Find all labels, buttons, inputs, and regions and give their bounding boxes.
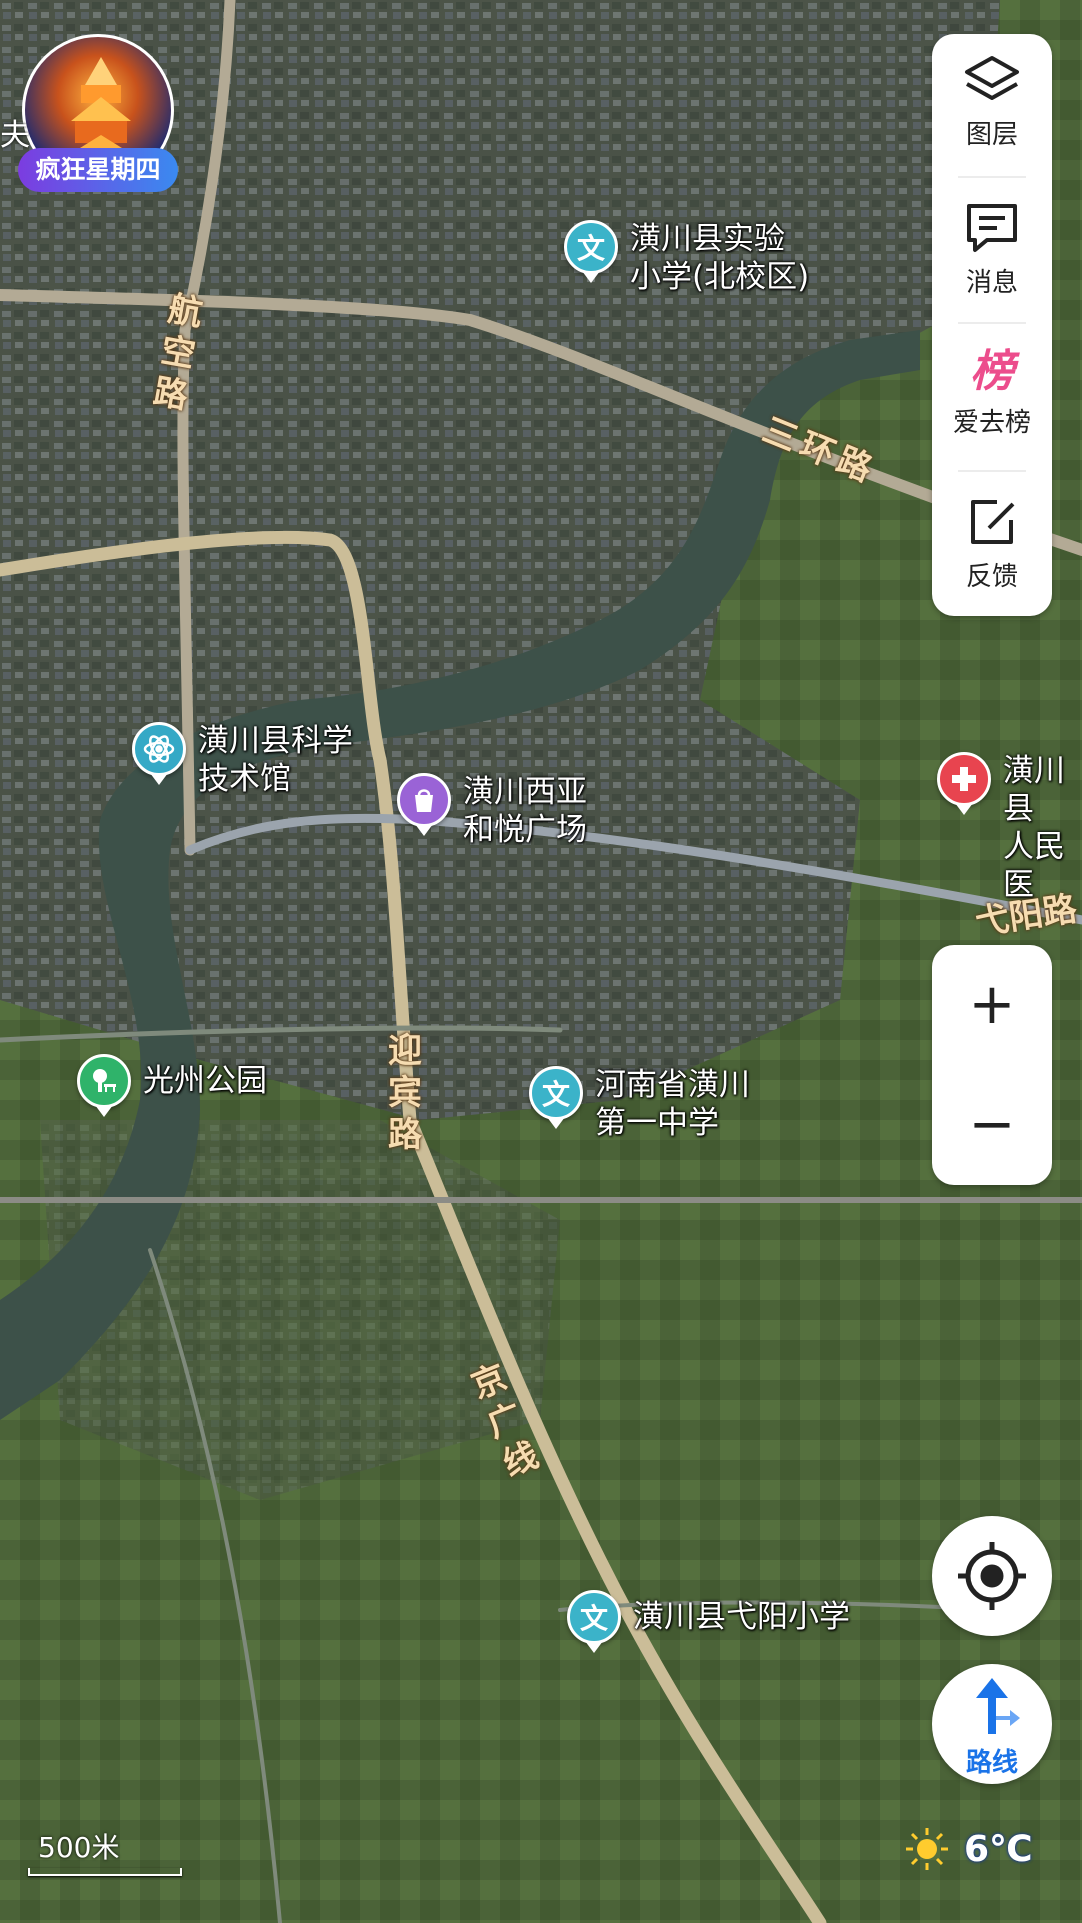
- hospital-cross-icon: [937, 752, 991, 815]
- toolbar-divider: [958, 322, 1026, 324]
- map-toolbar: 图层 消息 榜 爱去榜 反馈: [932, 34, 1052, 616]
- badge-label: 疯狂星期四: [18, 148, 178, 192]
- weather-widget[interactable]: 6℃: [904, 1826, 1033, 1872]
- feedback-button[interactable]: 反馈: [932, 496, 1052, 593]
- poi-label: 潢川西亚 和悦广场: [463, 774, 587, 848]
- poi-label: 河南省潢川 第一中学: [595, 1067, 750, 1141]
- zoom-out-button[interactable]: −: [932, 1065, 1052, 1185]
- atom-icon: [132, 722, 186, 785]
- poi-shiyan-school[interactable]: 文 潢川县实验 小学(北校区): [564, 220, 809, 296]
- feedback-icon: [971, 500, 1015, 544]
- route-label: 路线: [965, 1748, 1018, 1778]
- poi-science-museum[interactable]: 潢川县科学 技术馆: [132, 722, 353, 798]
- satellite-map[interactable]: [0, 0, 1082, 1923]
- poi-label: 潢川县科学 技术馆: [198, 723, 353, 797]
- zoom-controls: + −: [932, 945, 1052, 1185]
- poi-guangzhou-park[interactable]: 光州公园: [77, 1054, 267, 1117]
- toolbar-divider: [958, 176, 1026, 178]
- layers-icon: [965, 56, 1019, 100]
- layers-button[interactable]: 图层: [932, 54, 1052, 151]
- messages-label: 消息: [965, 268, 1018, 298]
- layers-label: 图层: [965, 120, 1018, 150]
- partial-label: 夫: [0, 118, 30, 153]
- road-label-yibin: 迎宾路: [388, 1031, 422, 1155]
- messages-button[interactable]: 消息: [932, 202, 1052, 299]
- school-icon: 文: [529, 1066, 583, 1129]
- school-icon: 文: [564, 220, 618, 283]
- feedback-label: 反馈: [965, 562, 1018, 592]
- sun-icon: [906, 1828, 948, 1870]
- poi-label: 光州公园: [143, 1063, 267, 1099]
- locate-button[interactable]: [932, 1516, 1052, 1636]
- scale-line: [28, 1868, 182, 1876]
- shopping-bag-icon: [397, 773, 451, 836]
- temperature-label: 6℃: [964, 1828, 1033, 1870]
- toolbar-divider: [958, 470, 1026, 472]
- route-arrow-icon: [976, 1678, 1020, 1734]
- poi-label: 潢川县实验 小学(北校区): [630, 221, 810, 295]
- poi-yiyang-school[interactable]: 文 潢川县弋阳小学: [567, 1590, 850, 1653]
- poi-xiya-mall[interactable]: 潢川西亚 和悦广场: [397, 773, 587, 849]
- ranking-label: 爱去榜: [952, 408, 1031, 438]
- message-icon: [967, 204, 1017, 252]
- route-button[interactable]: 路线: [932, 1664, 1052, 1784]
- school-icon: 文: [567, 1590, 621, 1653]
- scale-bar: 500米: [28, 1826, 182, 1876]
- park-icon: [77, 1054, 131, 1117]
- poi-people-hospital[interactable]: 潢川县 人民医: [937, 752, 1082, 904]
- ranking-button[interactable]: 榜 爱去榜: [932, 346, 1052, 439]
- scale-label: 500米: [38, 1831, 120, 1864]
- poi-first-high-school[interactable]: 文 河南省潢川 第一中学: [529, 1066, 750, 1142]
- zoom-in-button[interactable]: +: [932, 945, 1052, 1065]
- poi-label: 潢川县 人民医: [1003, 753, 1065, 903]
- ranking-icon: 榜: [970, 346, 1014, 397]
- poi-label: 潢川县弋阳小学: [633, 1599, 850, 1635]
- locate-icon: [958, 1542, 1026, 1610]
- crazy-thursday-badge[interactable]: 疯狂星期四: [18, 34, 178, 194]
